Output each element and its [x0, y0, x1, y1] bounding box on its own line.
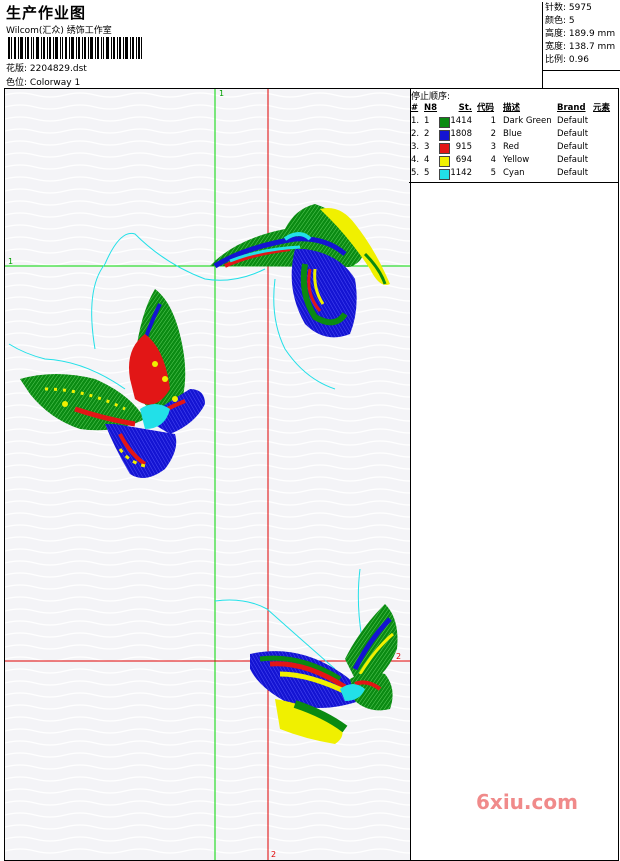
barcode-icon — [8, 37, 142, 59]
stat-height: 高度: 189.9 mm — [545, 29, 616, 39]
studio-name: Wilcom(汇众) 绣饰工作室 — [6, 26, 112, 36]
row-needle: 1 — [424, 116, 430, 126]
design-stats: 针数: 5975 颜色: 5 高度: 189.9 mm 宽度: 138.7 mm… — [542, 2, 620, 88]
design-file-line: 花版: 2204829.dst — [6, 61, 87, 74]
report-header: 生产作业图 Wilcom(汇众) 绣饰工作室 花版: 2204829.dst 色… — [0, 0, 620, 88]
row-brand: Default — [557, 116, 589, 126]
color-swatch — [439, 117, 450, 128]
colorway-line: 色位: Colorway 1 — [6, 75, 80, 88]
row-needle: 5 — [424, 168, 430, 178]
row-brand: Default — [557, 129, 589, 139]
row-stitches: 1142 — [450, 168, 472, 178]
stats-divider — [543, 70, 620, 71]
guide-label-green-left: 1 — [8, 257, 13, 266]
row-needle: 3 — [424, 142, 430, 152]
row-description: Cyan — [503, 168, 525, 178]
row-code: 2 — [490, 129, 496, 139]
header-code: 代码 — [477, 103, 495, 113]
header-brand: Brand — [557, 103, 586, 113]
row-index: 3. — [411, 142, 420, 152]
row-index: 1. — [411, 116, 420, 126]
table-row[interactable]: 2. 2 1808 2 Blue Default — [409, 128, 618, 141]
color-sequence-panel: 停止顺序: # N8 St. 代码 描述 Brand 元素 1. 1 1414 1 Da… — [409, 88, 619, 861]
report-title: 生产作业图 — [6, 4, 87, 22]
stat-stitches: 针数: 5975 — [545, 3, 592, 13]
row-stitches: 1414 — [450, 116, 472, 126]
design-file-label: 花版: — [6, 64, 28, 74]
row-code: 1 — [490, 116, 496, 126]
guide-label-red-bottom: 2 — [271, 850, 276, 859]
row-code: 4 — [490, 155, 496, 165]
stat-scale: 比例: 0.96 — [545, 55, 589, 65]
watermark-text: 6xiu.com — [476, 790, 578, 814]
row-brand: Default — [557, 142, 589, 152]
table-row[interactable]: 1. 1 1414 1 Dark Green Default — [409, 115, 618, 128]
color-swatch — [439, 169, 450, 180]
header-element: 元素 — [593, 103, 611, 113]
embroidery-preview: 1 1 2 2 — [5, 89, 410, 860]
table-row[interactable]: 3. 3 915 3 Red Default — [409, 141, 618, 154]
row-description: Dark Green — [503, 116, 552, 126]
row-index: 5. — [411, 168, 420, 178]
design-canvas[interactable]: 1 1 2 2 — [4, 88, 411, 861]
row-description: Blue — [503, 129, 522, 139]
header-n: N8 — [424, 103, 438, 113]
row-description: Yellow — [503, 155, 530, 165]
row-brand: Default — [557, 155, 589, 165]
row-code: 5 — [490, 168, 496, 178]
stat-colors: 颜色: 5 — [545, 16, 575, 26]
row-stitches: 915 — [455, 142, 472, 152]
row-needle: 4 — [424, 155, 430, 165]
table-row[interactable]: 5. 5 1142 5 Cyan Default — [409, 167, 618, 180]
row-brand: Default — [557, 168, 589, 178]
colorway-label: 色位: — [6, 78, 28, 88]
row-stitches: 1808 — [450, 129, 472, 139]
stop-sequence-title: 停止顺序: — [411, 92, 451, 102]
header-description: 描述 — [503, 103, 521, 113]
header-hash: # — [411, 103, 419, 113]
color-swatch — [439, 143, 450, 154]
row-index: 4. — [411, 155, 420, 165]
stat-width: 宽度: 138.7 mm — [545, 42, 616, 52]
guide-label-green-top: 1 — [219, 89, 224, 98]
row-description: Red — [503, 142, 520, 152]
design-file-name: 2204829.dst — [29, 64, 87, 74]
row-needle: 2 — [424, 129, 430, 139]
row-stitches: 694 — [455, 155, 472, 165]
table-row[interactable]: 4. 4 694 4 Yellow Default — [409, 154, 618, 167]
guide-label-red-right: 2 — [396, 652, 401, 661]
colorway-name: Colorway 1 — [29, 78, 81, 88]
color-sequence-table: # N8 St. 代码 描述 Brand 元素 1. 1 1414 1 Dark Gre… — [409, 102, 618, 180]
row-code: 3 — [490, 142, 496, 152]
table-header: # N8 St. 代码 描述 Brand 元素 — [409, 102, 618, 115]
color-swatch — [439, 156, 450, 167]
row-index: 2. — [411, 129, 420, 139]
panel-divider — [409, 182, 618, 183]
color-swatch — [439, 130, 450, 141]
header-stitches: St. — [458, 103, 472, 113]
